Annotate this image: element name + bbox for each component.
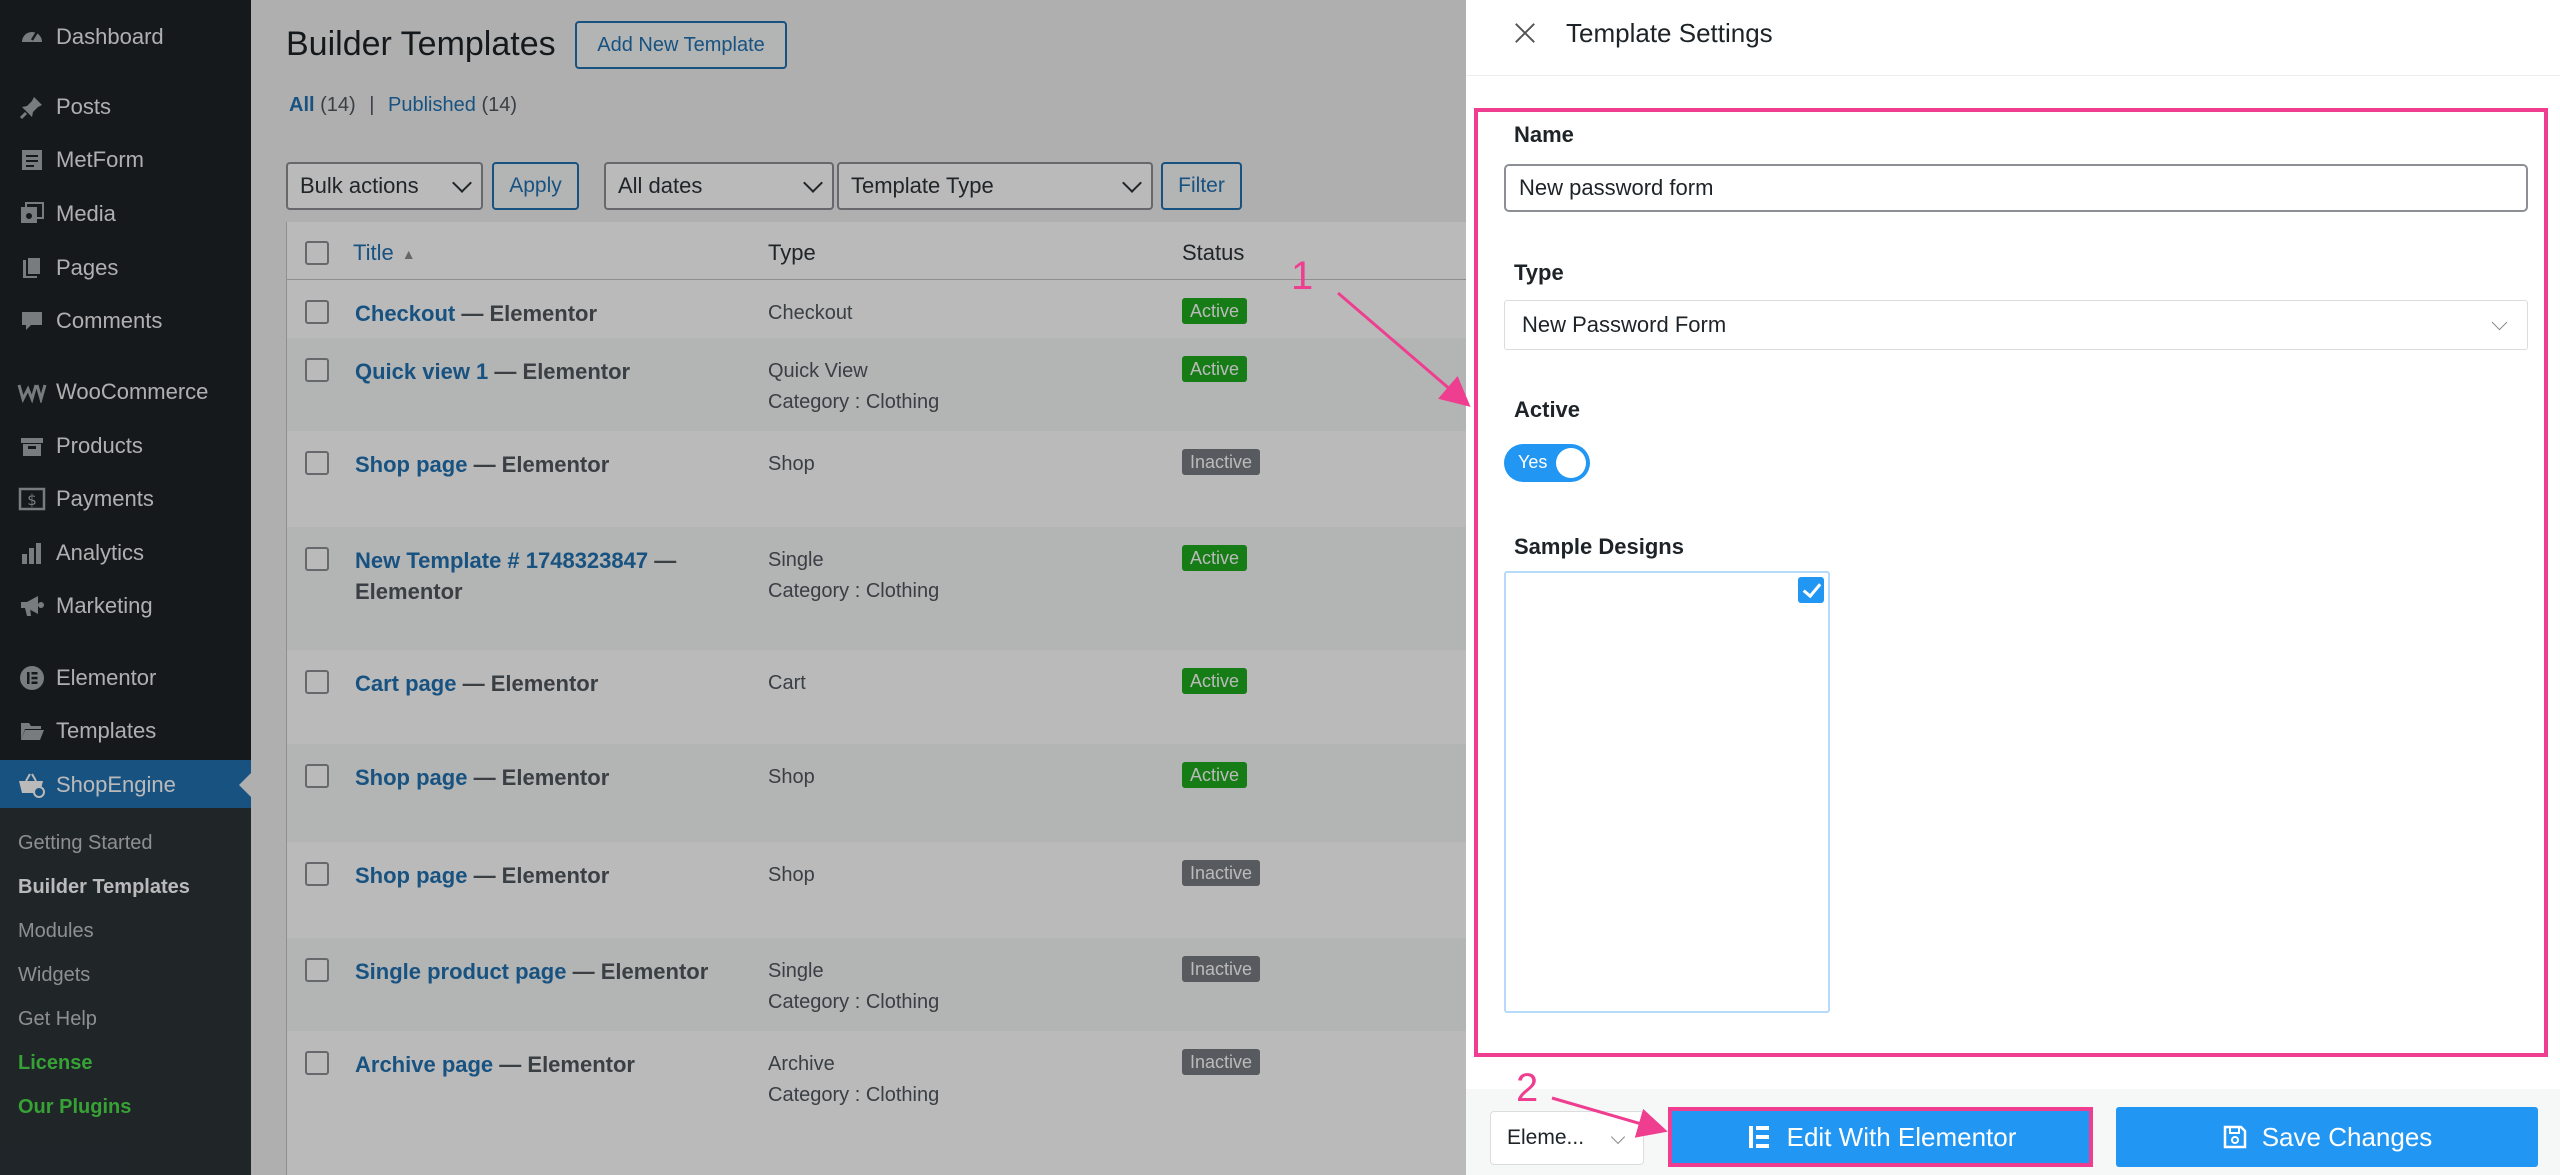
annotation-number-one: 1 xyxy=(1291,254,1314,298)
editor-select[interactable]: Eleme... xyxy=(1490,1111,1644,1165)
chevron-down-icon xyxy=(1610,1129,1626,1145)
template-settings-panel: Template Settings Name New password form… xyxy=(1466,0,2560,1175)
editor-select-value: Eleme... xyxy=(1507,1126,1585,1149)
edit-button-highlight xyxy=(1668,1107,2093,1167)
toggle-label: Yes xyxy=(1518,452,1548,472)
modal-backdrop[interactable] xyxy=(0,0,1466,1175)
name-field[interactable]: New password form xyxy=(1504,164,2528,212)
panel-header: Template Settings xyxy=(1466,0,2560,76)
save-changes-button[interactable]: Save Changes xyxy=(2116,1107,2538,1167)
settings-highlight-box: Name New password form Type New Password… xyxy=(1474,108,2548,1057)
save-button-label: Save Changes xyxy=(2261,1121,2433,1152)
active-label: Active xyxy=(1514,397,1581,422)
panel-title: Template Settings xyxy=(1566,18,1773,48)
check-icon[interactable] xyxy=(1798,577,1824,603)
sample-design-card[interactable] xyxy=(1504,571,1830,1013)
sample-designs-label: Sample Designs xyxy=(1514,534,1684,559)
type-select-value: New Password Form xyxy=(1522,312,1727,337)
save-icon xyxy=(2222,1124,2248,1150)
name-label: Name xyxy=(1514,122,1574,147)
close-icon[interactable] xyxy=(1512,20,1538,46)
type-label: Type xyxy=(1514,260,1564,285)
type-select[interactable]: New Password Form xyxy=(1504,300,2528,350)
active-toggle[interactable]: Yes xyxy=(1504,444,1590,482)
toggle-knob xyxy=(1556,448,1586,478)
chevron-down-icon xyxy=(2491,314,2508,331)
annotation-number-two: 2 xyxy=(1516,1066,1539,1110)
